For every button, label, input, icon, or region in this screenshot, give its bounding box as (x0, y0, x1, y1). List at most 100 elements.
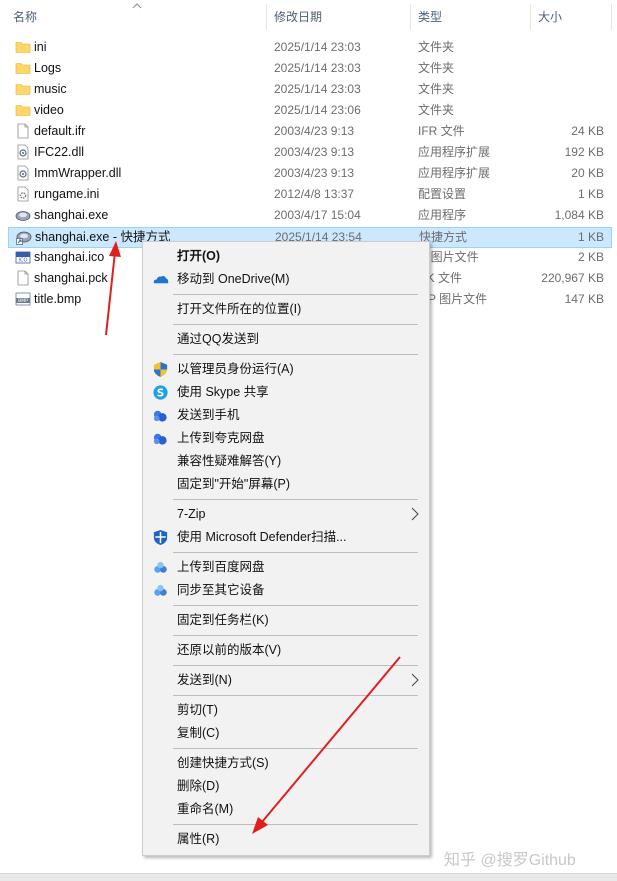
column-header: 名称 修改日期 类型 大小 (0, 0, 617, 34)
menu-divider (173, 354, 418, 355)
file-row[interactable]: shanghai.exe 2003/4/17 15:04 应用程序 1,084 KB (0, 205, 617, 226)
menu-divider (173, 605, 418, 606)
folder-icon (15, 102, 31, 118)
file-size: 1,084 KB (554, 208, 604, 222)
svg-text:S: S (157, 387, 164, 399)
folder-icon (15, 39, 31, 55)
menu-delete[interactable]: 删除(D) (145, 775, 427, 798)
horizontal-scrollbar[interactable] (0, 873, 617, 881)
file-type: 文件夹 (418, 82, 455, 96)
menu-defender-scan[interactable]: 使用 Microsoft Defender扫描... (145, 526, 427, 549)
file-row[interactable]: ini 2025/1/14 23:03 文件夹 (0, 37, 617, 58)
column-date-header[interactable]: 修改日期 (261, 0, 322, 34)
menu-copy[interactable]: 复制(C) (145, 722, 427, 745)
file-type: 应用程序扩展 (418, 145, 491, 159)
menu-item-label: 属性(R) (177, 832, 220, 846)
cloud-icon (152, 407, 169, 424)
menu-item-label: 同步至其它设备 (177, 583, 265, 597)
menu-item-label: 重命名(M) (177, 802, 234, 816)
menu-divider (173, 552, 418, 553)
file-date: 2025/1/14 23:06 (274, 103, 361, 117)
menu-item-label: 通过QQ发送到 (177, 332, 259, 346)
menu-cut[interactable]: 剪切(T) (145, 699, 427, 722)
shortcut-icon (16, 229, 32, 245)
file-icon (15, 123, 31, 139)
menu-open-location[interactable]: 打开文件所在的位置(I) (145, 298, 427, 321)
baidu-icon (152, 582, 169, 599)
file-size: 2 KB (577, 250, 604, 264)
menu-divider (173, 695, 418, 696)
menu-sync-devices[interactable]: 同步至其它设备 (145, 579, 427, 602)
menu-divider (173, 294, 418, 295)
menu-item-label: 还原以前的版本(V) (177, 643, 282, 657)
file-row[interactable]: video 2025/1/14 23:06 文件夹 (0, 100, 617, 121)
menu-item-label: 创建快捷方式(S) (177, 756, 269, 770)
menu-7zip[interactable]: 7-Zip (145, 503, 427, 526)
menu-upload-baidu[interactable]: 上传到百度网盘 (145, 556, 427, 579)
uac-shield-icon (152, 361, 169, 378)
menu-rename[interactable]: 重命名(M) (145, 798, 427, 821)
menu-pin-start[interactable]: 固定到"开始"屏幕(P) (145, 473, 427, 496)
file-row[interactable]: ImmWrapper.dll 2003/4/23 9:13 应用程序扩展 20 KB (0, 163, 617, 184)
file-size: 1 KB (577, 187, 604, 201)
file-size: 147 KB (564, 292, 604, 306)
file-row[interactable]: music 2025/1/14 23:03 文件夹 (0, 79, 617, 100)
menu-item-label: 打开文件所在的位置(I) (177, 302, 302, 316)
menu-properties[interactable]: 属性(R) (145, 828, 427, 851)
menu-divider (173, 824, 418, 825)
onedrive-icon (152, 271, 169, 288)
column-divider[interactable] (611, 4, 612, 30)
file-date: 2025/1/14 23:03 (274, 40, 361, 54)
file-type: 文件夹 (418, 61, 455, 75)
app-icon (15, 207, 31, 223)
svg-text:ICO: ICO (19, 258, 28, 264)
file-name: Logs (34, 61, 62, 75)
file-name: ImmWrapper.dll (34, 166, 122, 180)
menu-item-label: 上传到夸克网盘 (177, 431, 265, 445)
menu-create-shortcut[interactable]: 创建快捷方式(S) (145, 752, 427, 775)
file-type: 文件夹 (418, 40, 455, 54)
column-date-label: 修改日期 (274, 10, 323, 24)
menu-item-label: 移动到 OneDrive(M) (177, 272, 290, 286)
file-row[interactable]: IFC22.dll 2003/4/23 9:13 应用程序扩展 192 KB (0, 142, 617, 163)
file-name: rungame.ini (34, 187, 100, 201)
menu-item-label: 使用 Skype 共享 (177, 385, 269, 399)
file-name: ini (34, 40, 47, 54)
watermark: 知乎 @搜罗Github (444, 852, 576, 869)
file-date: 2003/4/23 9:13 (274, 124, 355, 138)
menu-send-to[interactable]: 发送到(N) (145, 669, 427, 692)
column-name-header[interactable]: 名称 (0, 0, 37, 34)
column-size-header[interactable]: 大小 (525, 0, 562, 34)
ini-icon (15, 186, 31, 202)
file-row[interactable]: Logs 2025/1/14 23:03 文件夹 (0, 58, 617, 79)
file-name: default.ifr (34, 124, 86, 138)
menu-run-as-admin[interactable]: 以管理员身份运行(A) (145, 358, 427, 381)
menu-upload-quark[interactable]: 上传到夸克网盘 (145, 427, 427, 450)
menu-share-skype[interactable]: S 使用 Skype 共享 (145, 381, 427, 404)
menu-send-qq[interactable]: 通过QQ发送到 (145, 328, 427, 351)
sort-ascending-icon (132, 3, 142, 9)
column-name-label: 名称 (13, 10, 38, 24)
bmp-icon: BMP (15, 291, 31, 307)
file-icon (15, 270, 31, 286)
menu-divider (173, 665, 418, 666)
file-row[interactable]: rungame.ini 2012/4/8 13:37 配置设置 1 KB (0, 184, 617, 205)
dll-icon (15, 165, 31, 181)
cloud-icon (152, 430, 169, 447)
menu-item-label: 剪切(T) (177, 703, 218, 717)
menu-move-onedrive[interactable]: 移动到 OneDrive(M) (145, 268, 427, 291)
menu-item-label: 发送到手机 (177, 408, 240, 422)
file-type: 文件夹 (418, 103, 455, 117)
file-size: 192 KB (564, 145, 604, 159)
file-name: IFC22.dll (34, 145, 85, 159)
column-type-header[interactable]: 类型 (405, 0, 442, 34)
file-row[interactable]: default.ifr 2003/4/23 9:13 IFR 文件 24 KB (0, 121, 617, 142)
menu-open[interactable]: 打开(O) (145, 245, 427, 268)
menu-divider (173, 499, 418, 500)
menu-pin-taskbar[interactable]: 固定到任务栏(K) (145, 609, 427, 632)
menu-restore-versions[interactable]: 还原以前的版本(V) (145, 639, 427, 662)
file-name: music (34, 82, 67, 96)
menu-item-label: 兼容性疑难解答(Y) (177, 454, 282, 468)
menu-send-phone[interactable]: 发送到手机 (145, 404, 427, 427)
menu-compat-troubleshoot[interactable]: 兼容性疑难解答(Y) (145, 450, 427, 473)
